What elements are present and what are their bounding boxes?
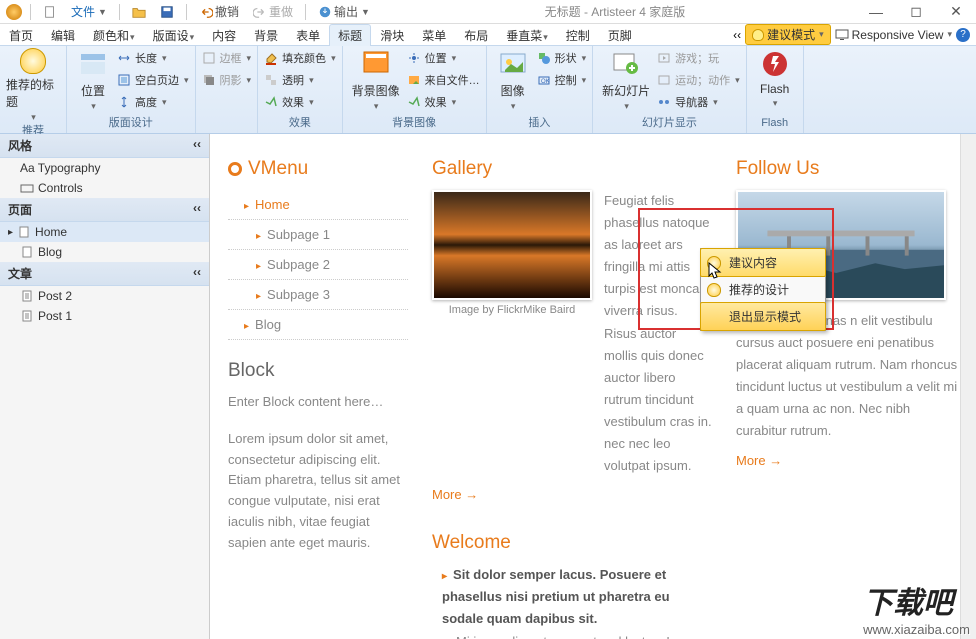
tab-menu[interactable]: 菜单 (413, 24, 455, 46)
article-post2-item[interactable]: Post 2 (0, 286, 209, 306)
controls-item[interactable]: Controls (0, 178, 209, 198)
design-canvas[interactable]: VMenu Home Subpage 1 Subpage 2 Subpage 3… (210, 134, 976, 639)
window-title: 无标题 - Artisteer 4 家庭版 (374, 3, 856, 20)
block-placeholder[interactable]: Enter Block content here… (228, 392, 408, 413)
block-body-text[interactable]: Lorem ipsum dolor sit amet, consectetur … (228, 429, 408, 554)
undo-button[interactable]: 撤销 (195, 3, 243, 20)
gallery-more-link[interactable]: More → (432, 487, 478, 502)
side-panel: 风格‹‹ Aa Typography Controls 页面‹‹ ▸Home B… (0, 134, 210, 639)
tab-slider[interactable]: 滑块 (371, 24, 413, 46)
welcome-body-text[interactable]: Mi in condimentum ac ut sed luctus. In c… (432, 631, 712, 639)
motion-button[interactable]: 运动；动作▾ (657, 70, 740, 90)
vmenu-heading[interactable]: VMenu (228, 158, 408, 180)
gallery-caption: Image by FlickrMike Baird (432, 304, 592, 316)
from-file-button[interactable]: 来自文件… (407, 70, 480, 90)
vertical-scrollbar[interactable] (960, 134, 976, 639)
flash-button[interactable]: Flash▾ (753, 48, 797, 109)
save-button[interactable] (156, 5, 178, 19)
tab-controls[interactable]: 控制 (557, 24, 599, 46)
vmenu-item-sub2[interactable]: Subpage 2 (228, 250, 408, 280)
app-icon (6, 4, 22, 20)
vmenu-item-sub1[interactable]: Subpage 1 (228, 220, 408, 250)
bg-position-button[interactable]: 位置▾ (407, 48, 480, 68)
welcome-bullet-text[interactable]: Sit dolor semper lacus. Posuere et phase… (432, 564, 712, 630)
ctx-suggest-design[interactable]: 推荐的设计 (701, 276, 825, 303)
minimize-button[interactable]: — (856, 0, 896, 24)
open-button[interactable] (128, 5, 150, 19)
bulb-icon (752, 29, 764, 41)
navigator-button[interactable]: 导航器▾ (657, 92, 740, 112)
export-button[interactable]: 输出 ▼ (314, 3, 374, 20)
close-button[interactable]: ✕ (936, 0, 976, 24)
shape-button[interactable]: 形状▾ (537, 48, 587, 68)
tab-bg[interactable]: 背景 (245, 24, 287, 46)
ribbon: 推荐的标题▾ 推荐 位置▾ 长度▾ 空白页边▾ 高度▾ 版面设计 边框▾ 阴影▾ (0, 46, 976, 134)
image-button[interactable]: 图像▾ (493, 48, 533, 112)
border-button[interactable]: 边框▾ (202, 48, 252, 68)
tab-home[interactable]: 首页 (0, 24, 42, 46)
ctx-exit-mode[interactable]: 退出显示模式 (700, 302, 826, 331)
block-heading[interactable]: Block (228, 360, 408, 382)
articles-section-header[interactable]: 文章‹‹ (0, 262, 209, 286)
effect-button[interactable]: 效果▾ (264, 92, 336, 112)
height-button[interactable]: 高度▾ (117, 92, 189, 112)
tab-edit[interactable]: 编辑 (42, 24, 84, 46)
bulb-icon (20, 48, 46, 74)
context-menu: 建议内容 推荐的设计 退出显示模式 (700, 248, 826, 331)
suggested-headers-button[interactable]: 推荐的标题▾ (6, 48, 60, 123)
transparent-button[interactable]: 透明▾ (264, 70, 336, 90)
bulb-icon (707, 283, 721, 297)
redo-button[interactable]: 重做 (249, 3, 297, 20)
play-button[interactable]: 游戏；玩 (657, 48, 740, 68)
tab-footer[interactable]: 页脚 (599, 24, 641, 46)
suggest-mode-button[interactable]: 建议模式▾ (745, 24, 831, 45)
new-slide-button[interactable]: 新幻灯片▾ (599, 48, 653, 112)
cursor-icon (708, 262, 722, 280)
tab-bar: 首页 编辑 颜色和▾ 版面设▾ 内容 背景 表单 标题 滑块 菜单 布局 垂直菜… (0, 24, 976, 46)
tab-overflow[interactable]: ‹‹ (733, 28, 741, 42)
file-menu[interactable]: 文件 ▼ (67, 3, 111, 20)
responsive-view-button[interactable]: Responsive View▾ (835, 28, 952, 42)
bullet-icon (228, 162, 242, 176)
new-doc-button[interactable] (39, 5, 61, 19)
typography-item[interactable]: Aa Typography (0, 158, 209, 178)
style-section-header[interactable]: 风格‹‹ (0, 134, 209, 158)
gallery-image[interactable] (432, 190, 592, 300)
vmenu-item-blog[interactable]: Blog (228, 310, 408, 340)
tab-layout2[interactable]: 布局 (455, 24, 497, 46)
tab-color[interactable]: 颜色和▾ (84, 24, 144, 46)
bg-effect-button[interactable]: 效果▾ (407, 92, 480, 112)
vmenu-item-sub3[interactable]: Subpage 3 (228, 280, 408, 310)
follow-heading[interactable]: Follow Us (736, 158, 958, 180)
page-blog-item[interactable]: Blog (0, 242, 209, 262)
pages-section-header[interactable]: 页面‹‹ (0, 198, 209, 222)
page-home-item[interactable]: ▸Home (0, 222, 209, 242)
length-button[interactable]: 长度▾ (117, 48, 189, 68)
article-post1-item[interactable]: Post 1 (0, 306, 209, 326)
margin-button[interactable]: 空白页边▾ (117, 70, 189, 90)
help-icon[interactable]: ? (956, 28, 970, 42)
tab-vmenu[interactable]: 垂直菜▾ (497, 24, 557, 46)
shadow-button[interactable]: 阴影▾ (202, 70, 252, 90)
gallery-heading[interactable]: Gallery (432, 158, 712, 180)
welcome-heading[interactable]: Welcome (432, 532, 712, 554)
title-bar: 文件 ▼ 撤销 重做 输出 ▼ 无标题 - Artisteer 4 家庭版 — … (0, 0, 976, 24)
fill-color-button[interactable]: 填充颜色▾ (264, 48, 336, 68)
tab-form[interactable]: 表单 (287, 24, 329, 46)
follow-more-link[interactable]: More → (736, 453, 782, 468)
bg-image-button[interactable]: 背景图像▾ (349, 48, 403, 112)
watermark: 下载吧 www.xiazaiba.com (863, 578, 970, 637)
tab-header[interactable]: 标题 (329, 24, 371, 46)
control-button[interactable]: OK控制▾ (537, 70, 587, 90)
tab-content[interactable]: 内容 (203, 24, 245, 46)
position-button[interactable]: 位置▾ (73, 48, 113, 112)
maximize-button[interactable]: ◻ (896, 0, 936, 24)
tab-layout[interactable]: 版面设▾ (144, 24, 204, 46)
vmenu-item-home[interactable]: Home (228, 190, 408, 220)
svg-text:OK: OK (541, 79, 550, 85)
